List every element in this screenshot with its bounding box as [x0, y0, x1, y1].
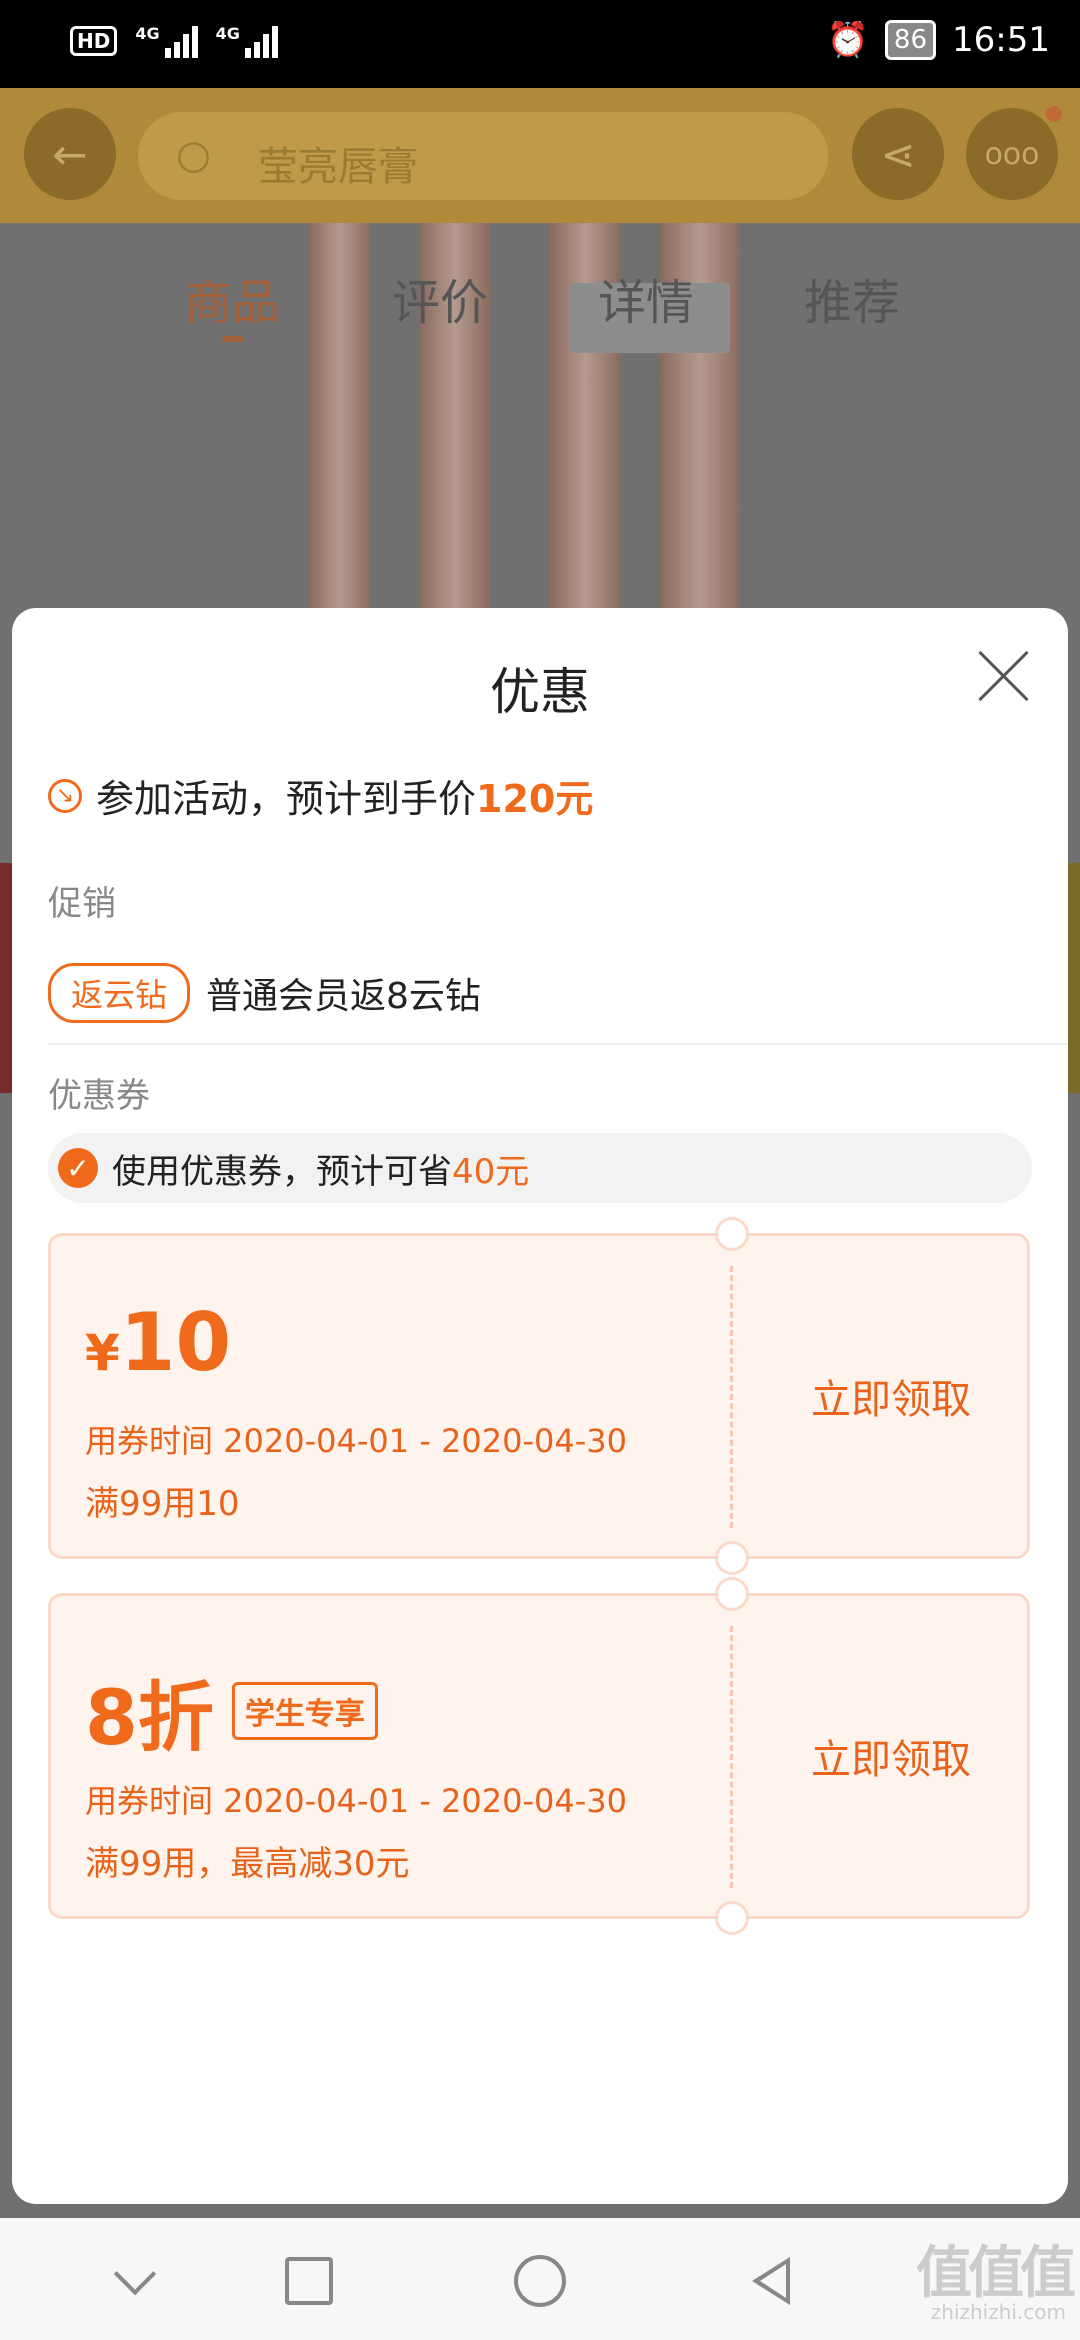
claim-button[interactable]: 立即领取 — [751, 1236, 1031, 1556]
claim-button[interactable]: 立即领取 — [751, 1596, 1031, 1916]
save-amount: 40元 — [452, 1151, 530, 1192]
back-button[interactable]: ← — [24, 108, 116, 200]
tab-goods[interactable]: 商品 — [184, 263, 280, 333]
check-icon: ✓ — [58, 1148, 98, 1188]
discount-sheet: 优惠 ↘ 参加活动，预计到手价 120元 促销 返云钻 普通会员返8云钻 优惠券… — [12, 608, 1068, 2204]
activity-row: ↘ 参加活动，预计到手价 120元 — [48, 768, 593, 823]
coupon-rule: 满99用，最高减30元 — [85, 1844, 410, 1884]
arrow-left-icon: ← — [52, 129, 88, 179]
status-bar: HD 4G 4G ⏰ 86 16:51 — [0, 0, 1080, 88]
nav-collapse-button[interactable] — [100, 2246, 170, 2316]
coupon-amount: ¥10 — [85, 1296, 231, 1389]
coupon-card: 8折 学生专享 用券时间 2020-04-01 - 2020-04-30 满99… — [48, 1577, 1031, 1935]
use-coupon-text: 使用优惠券，预计可省 — [112, 1151, 452, 1192]
tab-details[interactable]: 详情 — [598, 263, 694, 333]
promo-section-label: 促销 — [48, 884, 116, 924]
search-icon: ○ — [176, 132, 211, 178]
coupon-time: 用券时间 2020-04-01 - 2020-04-30 — [85, 1422, 628, 1460]
sheet-title: 优惠 — [490, 663, 590, 721]
coupon-notch — [715, 1217, 749, 1251]
discount-value: 8折 — [85, 1673, 214, 1762]
coupon-rule: 满99用10 — [85, 1484, 240, 1524]
product-tabs: 商品 评价 详情 推荐 — [0, 263, 1080, 343]
currency-symbol: ¥ — [85, 1324, 120, 1382]
side-decoration-right — [1068, 863, 1080, 1093]
side-decoration-left — [0, 863, 12, 1093]
search-placeholder: 莹亮唇膏 — [258, 144, 418, 190]
search-bar[interactable]: ○ 莹亮唇膏 — [138, 112, 828, 200]
alarm-icon: ⏰ — [826, 20, 869, 60]
square-icon — [285, 2257, 333, 2305]
share-icon: ⋖ — [880, 129, 916, 179]
promo-text: 普通会员返8云钻 — [206, 976, 481, 1017]
student-badge: 学生专享 — [231, 1682, 378, 1740]
battery-indicator: 86 — [884, 20, 937, 60]
promo-tag: 返云钻 — [48, 963, 191, 1023]
activity-text: 参加活动，预计到手价 — [96, 777, 477, 821]
promo-row: 返云钻 普通会员返8云钻 — [48, 963, 481, 1023]
coupon-perforation — [730, 1626, 733, 1888]
chevron-down-icon — [113, 2252, 157, 2296]
coupon-notch — [715, 1541, 749, 1575]
notification-dot — [1046, 106, 1062, 122]
more-icon: ooo — [984, 136, 1040, 172]
close-icon[interactable] — [974, 646, 1034, 706]
tab-reviews[interactable]: 评价 — [392, 263, 488, 333]
top-bar: ← ○ 莹亮唇膏 ⋖ ooo — [0, 88, 1080, 223]
signal-icon-2: 4G — [216, 24, 278, 58]
more-button[interactable]: ooo — [966, 108, 1058, 200]
share-button[interactable]: ⋖ — [852, 108, 944, 200]
nav-back-button[interactable] — [736, 2246, 806, 2316]
hd-icon: HD — [70, 26, 118, 56]
coupon-discount: 8折 学生专享 — [85, 1656, 378, 1766]
coupon-perforation — [730, 1266, 733, 1528]
coupon-notch — [715, 1901, 749, 1935]
use-coupon-toggle[interactable]: ✓ 使用优惠券，预计可省 40元 — [48, 1133, 1032, 1203]
coupon-card: ¥10 用券时间 2020-04-01 - 2020-04-30 满99用10 … — [48, 1217, 1031, 1575]
nav-home-button[interactable] — [505, 2246, 575, 2316]
coupon-section-label: 优惠券 — [48, 1076, 150, 1116]
clock: 16:51 — [952, 20, 1050, 60]
watermark-url: zhizhizhi.com — [930, 2300, 1066, 2324]
divider — [48, 1043, 1068, 1045]
circle-icon — [514, 2255, 566, 2307]
watermark: 值值值 — [916, 2241, 1076, 2306]
triangle-back-icon — [752, 2257, 790, 2305]
tab-indicator — [222, 336, 244, 342]
activity-price: 120元 — [476, 777, 594, 821]
nav-recents-button[interactable] — [274, 2246, 344, 2316]
coupon-notch — [715, 1577, 749, 1611]
coupon-value: 10 — [119, 1296, 232, 1389]
tab-recommend[interactable]: 推荐 — [804, 263, 900, 333]
trend-down-icon: ↘ — [48, 778, 82, 813]
coupon-time: 用券时间 2020-04-01 - 2020-04-30 — [85, 1782, 628, 1820]
signal-icon: 4G — [135, 24, 198, 58]
system-nav-bar: 值值值 zhizhizhi.com — [0, 2218, 1080, 2340]
